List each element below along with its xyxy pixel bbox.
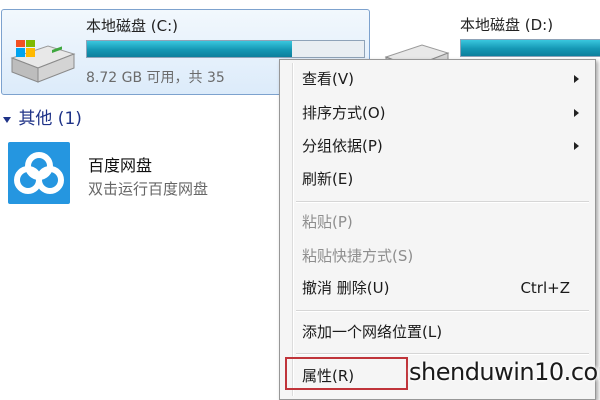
- drive-free-space: 8.72 GB 可用，共 35: [86, 70, 225, 86]
- menu-separator: [296, 201, 589, 203]
- menu-separator: [296, 310, 589, 312]
- collapse-chevron-icon[interactable]: [3, 109, 13, 129]
- menu-item-label: 刷新(E): [302, 170, 354, 188]
- usage-fill: [461, 40, 600, 56]
- menu-item-label: 粘贴快捷方式(S): [302, 247, 414, 265]
- group-header-other[interactable]: 其他 (1): [3, 104, 82, 129]
- menu-item-paste-shortcut: 粘贴快捷方式(S): [280, 241, 595, 271]
- baidu-netdisk-cloud-icon: [8, 142, 70, 204]
- menu-item-shortcut: Ctrl+Z: [520, 279, 570, 297]
- menu-separator: [296, 353, 589, 355]
- usage-bar: [86, 40, 365, 58]
- app-name: 百度网盘: [88, 156, 153, 175]
- menu-item-label: 撤消 删除(U): [302, 279, 390, 297]
- drive-name: 本地磁盘 (C:): [86, 17, 178, 35]
- menu-item-refresh[interactable]: 刷新(E): [280, 164, 595, 194]
- submenu-arrow-icon: [574, 75, 579, 83]
- watermark-text: shenduwin10.com: [409, 358, 600, 386]
- drive-name: 本地磁盘 (D:): [460, 16, 554, 34]
- submenu-arrow-icon: [574, 142, 579, 150]
- menu-item-label: 添加一个网络位置(L): [302, 323, 443, 341]
- group-title: 其他 (1): [18, 109, 82, 129]
- context-menu: 查看(V) 排序方式(O) 分组依据(P) 刷新(E) 粘贴(P) 粘贴快捷方式…: [279, 59, 596, 400]
- menu-item-group-by[interactable]: 分组依据(P): [280, 131, 595, 161]
- menu-item-sort-by[interactable]: 排序方式(O): [280, 98, 595, 128]
- highlight-box: [285, 357, 408, 390]
- menu-item-add-network-location[interactable]: 添加一个网络位置(L): [280, 317, 595, 347]
- menu-item-label: 排序方式(O): [302, 104, 386, 122]
- app-tile-baidu-netdisk[interactable]: 百度网盘 双击运行百度网盘: [8, 142, 258, 214]
- menu-item-label: 查看(V): [302, 70, 354, 88]
- app-description: 双击运行百度网盘: [88, 180, 209, 198]
- hard-drive-windows-icon: [8, 38, 78, 90]
- usage-bar: [460, 39, 600, 57]
- menu-item-label: 粘贴(P): [302, 213, 353, 231]
- menu-item-view[interactable]: 查看(V): [280, 64, 595, 94]
- menu-item-label: 分组依据(P): [302, 137, 383, 155]
- usage-fill: [87, 41, 292, 57]
- submenu-arrow-icon: [574, 109, 579, 117]
- menu-item-paste: 粘贴(P): [280, 207, 595, 237]
- menu-item-undo-delete[interactable]: 撤消 删除(U) Ctrl+Z: [280, 273, 595, 303]
